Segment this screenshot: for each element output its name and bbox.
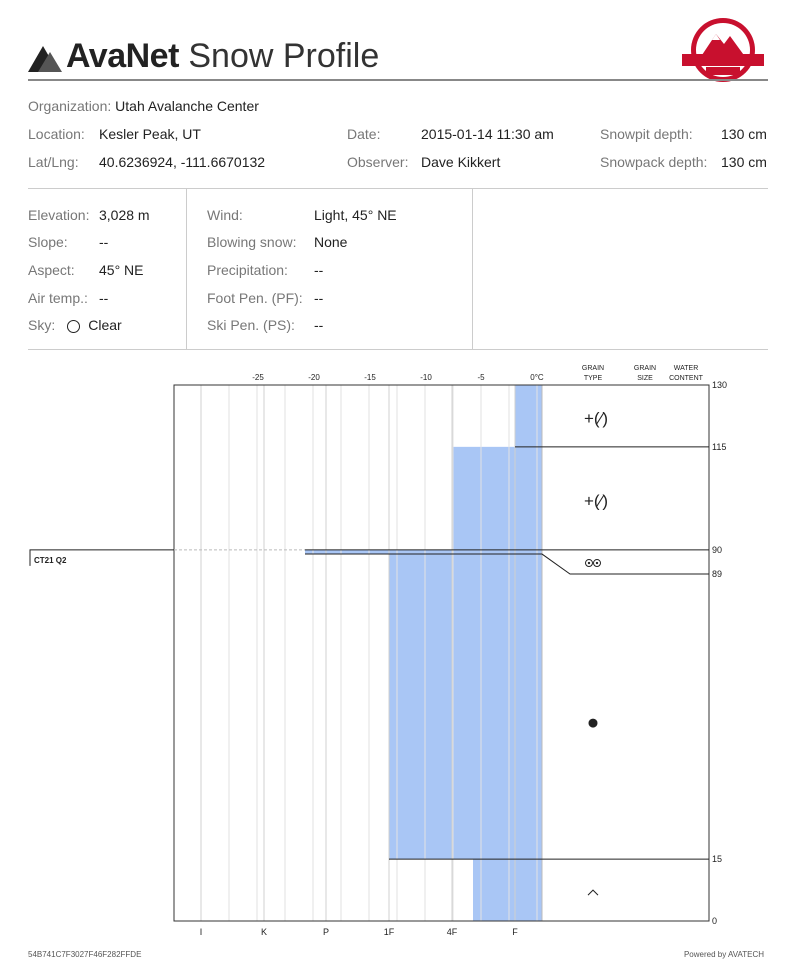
page-title: AvaNet Snow Profile [66, 36, 379, 76]
conditions-divider-2 [472, 189, 473, 349]
grain-symbol-depth-hoar-icon [587, 889, 599, 896]
airtemp-value: -- [99, 290, 109, 306]
ski-pen-label: Ski Pen. (PS): [207, 317, 295, 333]
grain-symbol-rounded-icon [588, 718, 598, 728]
conditions-bottom-divider [28, 349, 768, 350]
title-bold: AvaNet [66, 37, 179, 75]
latlng-label: Lat/Lng: [28, 154, 79, 170]
conditions-divider-1 [186, 189, 187, 349]
profile-id: 54B741C7F3027F46F282FFDE [28, 950, 142, 959]
layer-fill-4 [473, 859, 542, 921]
powered-by: Powered by AVATECH [683, 950, 764, 959]
column-header-line1: GRAIN [582, 365, 604, 372]
organization-row: Organization: Utah Avalanche Center [28, 98, 259, 114]
hardness-tick-label: I [200, 927, 203, 937]
hardness-tick-label: P [323, 927, 329, 937]
elevation-label: Elevation: [28, 207, 90, 223]
temp-tick-label: -20 [308, 373, 320, 382]
title-light: Snow Profile [188, 37, 380, 75]
sky-label: Sky: [28, 317, 56, 333]
wind-label: Wind: [207, 207, 243, 223]
info-divider [28, 188, 768, 189]
utah-avalanche-center-logo [682, 18, 764, 82]
blowing-snow-value: None [314, 234, 348, 250]
page-header: AvaNet Snow Profile [28, 18, 768, 82]
hardness-tick-label: 1F [384, 927, 395, 937]
grain-symbol-faceted-icon: +(⁄) [584, 409, 608, 428]
hardness-tick-label: F [512, 927, 518, 937]
height-label-115: 115 [712, 442, 726, 452]
grain-symbol-crust-icon [585, 559, 601, 568]
snow-profile-chart: -25 -20 -15 -10 -5 0°C I K P 1F 4F F GRAIN TYPE GRAIN S… [29, 365, 727, 937]
location-label: Location: [28, 126, 85, 142]
foot-pen-label: Foot Pen. (PF): [207, 290, 303, 306]
aspect-label: Aspect: [28, 262, 75, 278]
temp-tick-label: -5 [477, 373, 485, 382]
column-header-line1: GRAIN [634, 365, 656, 372]
column-header-line2: CONTENT [669, 375, 704, 382]
temp-tick-label: -10 [420, 373, 432, 382]
observer-value: Dave Kikkert [421, 154, 501, 170]
temp-tick-label: -25 [252, 373, 264, 382]
avanet-mountain-icon [28, 46, 62, 72]
column-header-line2: TYPE [584, 375, 603, 382]
snowpit-depth-label: Snowpit depth: [600, 126, 693, 142]
slope-value: -- [99, 234, 109, 250]
precipitation-label: Precipitation: [207, 262, 288, 278]
column-header-line1: WATER [674, 365, 699, 372]
clear-sky-icon [67, 320, 81, 333]
hardness-tick-label: 4F [447, 927, 458, 937]
aspect-value: 45° NE [99, 262, 144, 278]
temp-tick-label: 0°C [530, 373, 544, 382]
slope-label: Slope: [28, 234, 68, 250]
height-label-89: 89 [712, 569, 722, 579]
sky-row: Sky: Clear [28, 317, 122, 333]
location-value: Kesler Peak, UT [99, 126, 201, 142]
wind-value: Light, 45° NE [314, 207, 397, 223]
layer-fill-0 [515, 385, 542, 447]
snowpack-depth-label: Snowpack depth: [600, 154, 708, 170]
airtemp-label: Air temp.: [28, 290, 88, 306]
sky-value: Clear [88, 317, 122, 333]
foot-pen-value: -- [314, 290, 324, 306]
observer-label: Observer: [347, 154, 409, 170]
precipitation-value: -- [314, 262, 324, 278]
header-rule [28, 79, 768, 81]
snowpack-depth-value: 130 cm [721, 154, 767, 170]
stability-test-label: CT21 Q2 [34, 556, 67, 565]
layer-fill-3 [389, 554, 542, 860]
layer-fill-1 [452, 446, 542, 550]
date-value: 2015-01-14 11:30 am [421, 126, 554, 142]
organization-value: Utah Avalanche Center [115, 98, 259, 114]
grain-symbol-faceted-icon: +(⁄) [584, 491, 608, 510]
date-label: Date: [347, 126, 381, 142]
height-label-15: 15 [712, 854, 722, 864]
snowpit-depth-value: 130 cm [721, 126, 767, 142]
height-label-130: 130 [712, 380, 727, 390]
column-header-line2: SIZE [637, 375, 653, 382]
height-label-0: 0 [712, 916, 717, 926]
latlng-value: 40.6236924, -111.6670132 [99, 154, 266, 170]
temp-tick-label: -15 [364, 373, 376, 382]
blowing-snow-label: Blowing snow: [207, 234, 297, 250]
elevation-value: 3,028 m [99, 207, 150, 223]
hardness-tick-label: K [261, 927, 267, 937]
organization-label: Organization: [28, 98, 112, 114]
height-label-90: 90 [712, 545, 722, 555]
ski-pen-value: -- [314, 317, 324, 333]
